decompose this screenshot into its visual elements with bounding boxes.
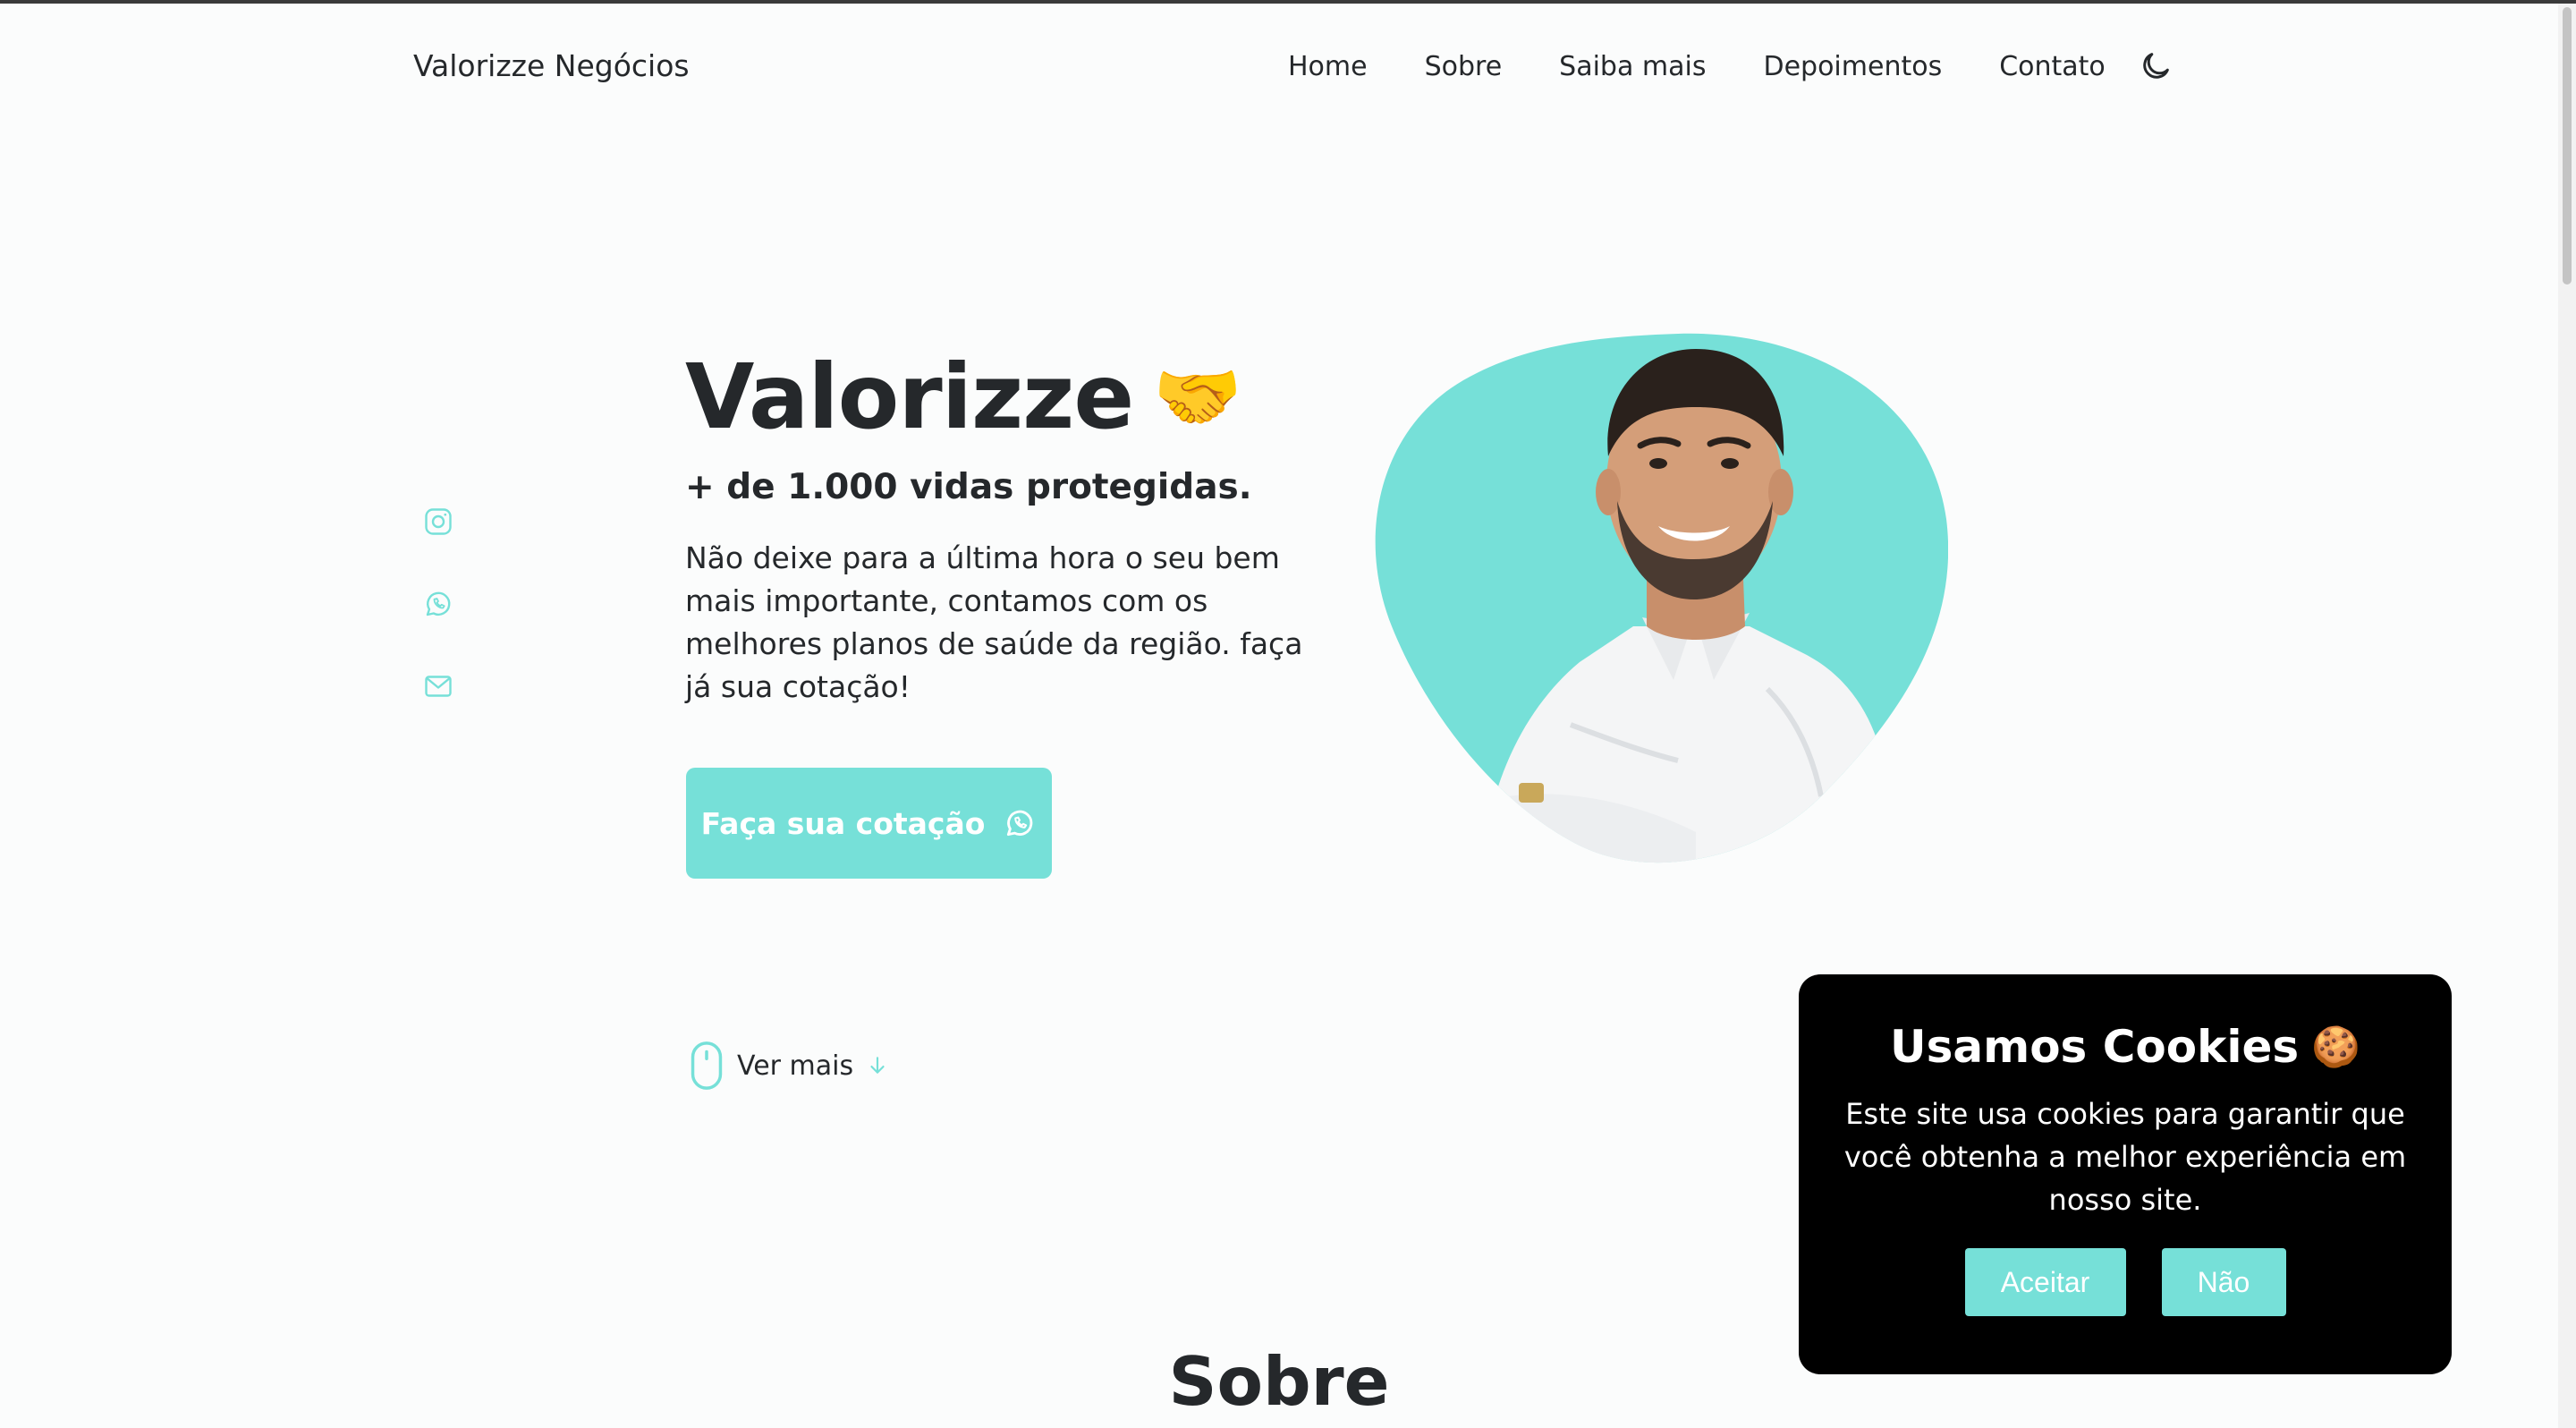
hero-description: Não deixe para a última hora o seu bem m…: [685, 540, 1303, 704]
scroll-down-label: Ver mais: [737, 1050, 854, 1082]
cookie-banner-title: Usamos Cookies 🍪: [1799, 1021, 2452, 1073]
cookie-banner-text: Este site usa cookies para garantir que …: [1843, 1097, 2407, 1217]
whatsapp-icon[interactable]: [422, 588, 454, 620]
hero-subtitle: + de 1.000 vidas protegidas.: [685, 467, 1252, 507]
hero-portrait: [1375, 333, 1948, 863]
cookie-banner: Usamos Cookies 🍪 Este site usa cookies p…: [1799, 974, 2452, 1374]
cookie-banner-actions: Aceitar Não: [1799, 1248, 2452, 1316]
cookie-icon: 🍪: [2311, 1024, 2360, 1070]
quote-cta-label: Faça sua cotação: [700, 805, 986, 841]
nav-home[interactable]: Home: [1288, 51, 1368, 82]
nav-depoimentos[interactable]: Depoimentos: [1763, 51, 1942, 82]
whatsapp-icon: [1007, 810, 1033, 837]
page-scrollbar[interactable]: [2558, 4, 2576, 1428]
arrow-down-icon: [870, 1057, 885, 1074]
scroll-down-link[interactable]: Ver mais: [689, 1040, 889, 1092]
nav-contato[interactable]: Contato: [1999, 51, 2106, 82]
window-top-border: [0, 0, 2576, 4]
accept-cookies-button[interactable]: Aceitar: [1964, 1248, 2126, 1316]
mouse-icon: [691, 1041, 723, 1090]
page: Valorizze Negócios Home Sobre Saiba mais…: [0, 0, 2576, 1428]
scrollbar-thumb[interactable]: [2563, 7, 2572, 285]
nav-sobre[interactable]: Sobre: [1425, 51, 1503, 82]
instagram-icon[interactable]: [422, 506, 454, 538]
reject-cookies-button[interactable]: Não: [2161, 1248, 2286, 1316]
hero-title-text: Valorizze: [685, 344, 1134, 449]
quote-cta-button[interactable]: Faça sua cotação: [686, 768, 1052, 879]
nav-saiba-mais[interactable]: Saiba mais: [1559, 51, 1706, 82]
main-nav: Home Sobre Saiba mais Depoimentos Contat…: [1288, 48, 2174, 84]
brand-logo[interactable]: Valorizze Negócios: [413, 48, 690, 83]
cookie-banner-title-text: Usamos Cookies: [1890, 1021, 2300, 1073]
handshake-icon: 🤝: [1153, 354, 1242, 438]
mail-icon[interactable]: [422, 670, 454, 702]
social-links: [422, 506, 454, 752]
moon-icon[interactable]: [2138, 48, 2174, 84]
hero-title: Valorizze 🤝: [685, 344, 1242, 449]
